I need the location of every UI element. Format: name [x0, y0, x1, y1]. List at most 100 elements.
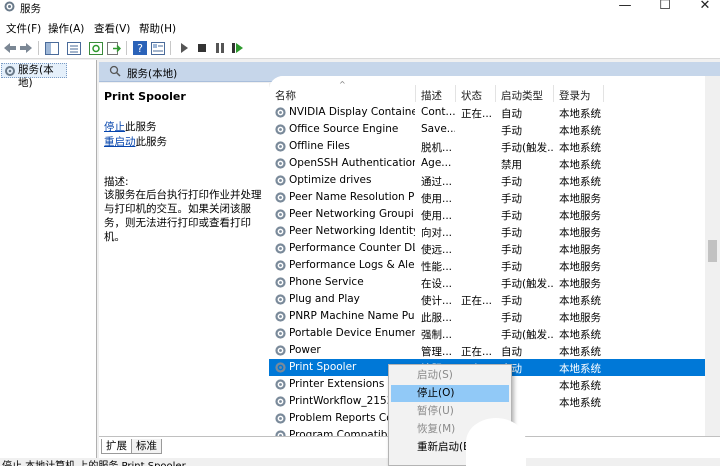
help-icon[interactable]: ? — [132, 40, 148, 56]
table-row[interactable]: PNRP Machine Name Pu... 此服... 手动 本地服务 — [269, 308, 705, 325]
column-startup-type[interactable]: 启动类型 — [501, 88, 543, 103]
cell-logon-as: 本地系统 — [559, 397, 601, 409]
column-divider[interactable] — [553, 85, 554, 102]
cell-logon-as: 本地系统 — [559, 295, 601, 307]
stop-service-link[interactable]: 停止 — [104, 121, 125, 133]
menu-action[interactable]: 操作(A) — [48, 21, 84, 36]
start-icon[interactable] — [176, 40, 192, 56]
cell-startup-type: 手动(触发... — [501, 278, 553, 290]
show-hide-tree-icon[interactable] — [44, 40, 60, 56]
cell-logon-as: 本地系统 — [559, 125, 601, 137]
table-row[interactable]: Optimize drives 通过... 手动 本地系统 — [269, 172, 705, 189]
minimize-button[interactable]: — — [610, 0, 640, 16]
column-divider[interactable] — [415, 85, 416, 102]
table-row[interactable]: Performance Counter DL... 使远... 手动 本地服务 — [269, 240, 705, 257]
restart-service-link[interactable]: 重启动 — [104, 136, 136, 148]
cell-description: 向对... — [421, 227, 453, 239]
table-row[interactable]: Office Source Engine Save... 手动 本地系统 — [269, 121, 705, 138]
cell-name: Performance Logs & Aler... — [289, 259, 415, 271]
cell-description: 使用... — [421, 210, 453, 222]
column-logon-as[interactable]: 登录为 — [559, 88, 591, 103]
cell-description: 性能... — [421, 261, 453, 273]
scrollbar-thumb[interactable] — [708, 240, 717, 262]
cell-name: PNRP Machine Name Pu... — [289, 310, 415, 322]
view-icon[interactable] — [150, 40, 166, 56]
service-gear-icon — [275, 141, 286, 152]
window-title: 服务 — [20, 3, 41, 15]
cell-description: Save... — [421, 123, 455, 135]
cell-startup-type: 自动 — [501, 108, 522, 120]
close-button[interactable]: ✕ — [690, 0, 720, 16]
cell-startup-type: 手动 — [501, 312, 522, 324]
stop-service-suffix: 此服务 — [125, 121, 157, 133]
menu-item-start[interactable]: 启动(S) — [391, 367, 509, 384]
cell-name: OpenSSH Authentication ... — [289, 157, 415, 169]
cell-logon-as: 本地服务 — [559, 312, 601, 324]
cell-name: Peer Networking Groupi... — [289, 208, 415, 220]
cell-name: Offline Files — [289, 140, 350, 152]
toolbar-separator — [126, 41, 127, 55]
refresh-icon[interactable] — [88, 40, 104, 56]
table-row[interactable]: Plug and Play 使计... 正在... 手动 本地系统 — [269, 291, 705, 308]
column-description[interactable]: 描述 — [421, 88, 442, 103]
service-gear-icon — [275, 192, 286, 203]
service-gear-icon — [275, 328, 286, 339]
tree-item-services-local[interactable]: 服务(本地) — [1, 63, 67, 89]
cell-description: 在设... — [421, 278, 453, 290]
table-row[interactable]: Peer Name Resolution Pr... 使用... 手动 本地服务 — [269, 189, 705, 206]
column-name[interactable]: 名称 — [275, 88, 296, 103]
column-divider[interactable] — [455, 85, 456, 102]
properties-icon[interactable] — [66, 40, 82, 56]
table-row[interactable]: NVIDIA Display Containe... Cont... 正在... 自动… — [269, 104, 705, 121]
pause-icon[interactable] — [212, 40, 228, 56]
cell-startup-type: 禁用 — [501, 159, 522, 171]
main-pane-title: 服务(本地) — [127, 68, 178, 80]
table-row[interactable]: Portable Device Enumera... 强制... 手动(触发... 本… — [269, 325, 705, 342]
service-gear-icon — [275, 175, 286, 186]
table-row[interactable]: Offline Files 脱机... 手动(触发... 本地系统 — [269, 138, 705, 155]
toolbar: ? — [0, 37, 720, 59]
service-gear-icon — [275, 277, 286, 288]
menu-file[interactable]: 文件(F) — [6, 21, 41, 36]
stop-icon[interactable] — [194, 40, 210, 56]
tab-extended[interactable]: 扩展 — [101, 439, 132, 454]
cell-description: 管理... — [421, 346, 453, 358]
back-icon[interactable] — [2, 40, 18, 56]
cell-startup-type: 手动(触发... — [501, 329, 553, 341]
description-pane: Print Spooler 停止此服务 重启动此服务 描述: 该服务在后台执行打… — [99, 83, 269, 436]
cell-logon-as: 本地系统 — [559, 329, 601, 341]
toolbar-separator — [38, 41, 39, 55]
service-gear-icon — [275, 124, 286, 135]
cell-name: Plug and Play — [289, 293, 360, 305]
cell-logon-as: 本地系统 — [559, 363, 601, 375]
tab-standard[interactable]: 标准 — [131, 439, 162, 454]
column-divider[interactable] — [603, 85, 604, 102]
cell-status: 正在... — [461, 295, 493, 307]
cell-description: Age... — [421, 157, 452, 169]
table-row[interactable]: Performance Logs & Aler... 性能... 手动 本地服务 — [269, 257, 705, 274]
menu-view[interactable]: 查看(V) — [94, 21, 130, 36]
table-row[interactable]: Phone Service 在设... 手动(触发... 本地服务 — [269, 274, 705, 291]
column-divider[interactable] — [495, 85, 496, 102]
table-row[interactable]: Peer Networking Identity... 向对... 手动 本地服务 — [269, 223, 705, 240]
column-status[interactable]: 状态 — [461, 88, 482, 103]
cell-logon-as: 本地系统 — [559, 142, 601, 154]
gear-icon — [5, 66, 15, 76]
menu-help[interactable]: 帮助(H) — [139, 21, 176, 36]
maximize-button[interactable]: ☐ — [650, 0, 680, 16]
menu-bar: 文件(F) 操作(A) 查看(V) 帮助(H) — [0, 17, 720, 37]
restart-icon[interactable] — [230, 40, 246, 56]
vertical-scrollbar[interactable] — [705, 76, 720, 436]
forward-icon[interactable] — [18, 40, 34, 56]
export-icon[interactable] — [106, 40, 122, 56]
cell-logon-as: 本地服务 — [559, 278, 601, 290]
cell-logon-as: 本地服务 — [559, 261, 601, 273]
column-header-row: ^ 名称 描述 状态 启动类型 登录为 — [269, 76, 705, 103]
cell-startup-type: 手动 — [501, 261, 522, 273]
table-row[interactable]: OpenSSH Authentication ... Age... 禁用 本地系统 — [269, 155, 705, 172]
service-gear-icon — [275, 107, 286, 118]
menu-item-stop[interactable]: 停止(O) — [391, 385, 509, 402]
table-row[interactable]: Power 管理... 正在... 自动 本地系统 — [269, 342, 705, 359]
cell-startup-type: 手动 — [501, 176, 522, 188]
table-row[interactable]: Peer Networking Groupi... 使用... 手动 本地服务 — [269, 206, 705, 223]
